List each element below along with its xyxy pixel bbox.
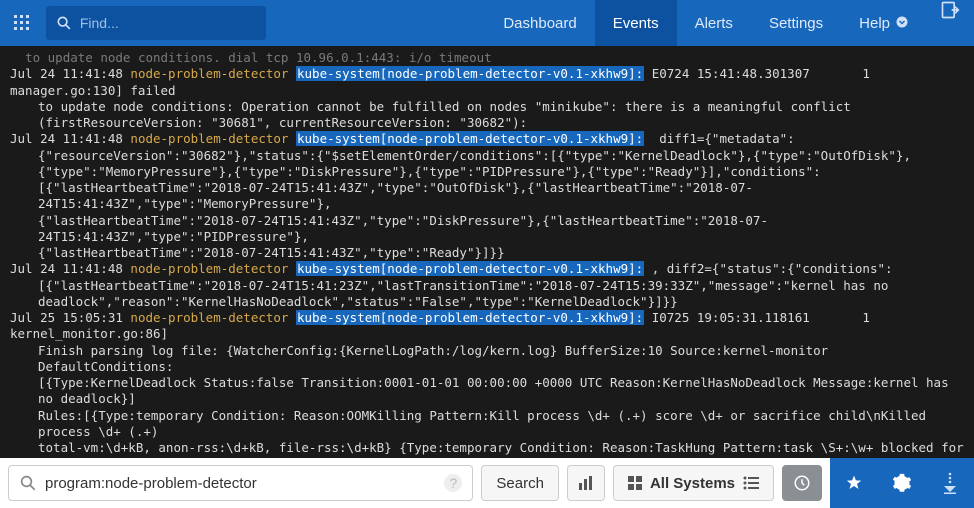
log-message: diff1={"metadata": bbox=[644, 131, 795, 146]
apps-menu-icon[interactable] bbox=[0, 15, 44, 31]
download-button[interactable] bbox=[926, 458, 974, 508]
query-input[interactable] bbox=[45, 475, 444, 492]
log-continuation: Finish parsing log file: {WatcherConfig:… bbox=[10, 343, 964, 376]
grid-icon bbox=[628, 476, 642, 490]
bookmark-icon bbox=[845, 474, 863, 492]
log-continuation: deadlock","reason":"KernelHasNoDeadlock"… bbox=[10, 294, 964, 310]
log-continuation: {"resourceVersion":"30682"},"status":{"$… bbox=[10, 148, 964, 164]
download-icon bbox=[942, 472, 958, 494]
list-icon bbox=[743, 476, 759, 490]
nav-events[interactable]: Events bbox=[595, 0, 677, 46]
nav-dashboard[interactable]: Dashboard bbox=[485, 0, 594, 46]
log-continuation: {"lastHeartbeatTime":"2018-07-24T15:41:4… bbox=[10, 245, 964, 261]
top-bar: Dashboard Events Alerts Settings Help bbox=[0, 0, 974, 46]
search-button-label: Search bbox=[496, 475, 544, 492]
nav-help-label: Help bbox=[859, 15, 890, 32]
log-line: Jul 24 11:41:48 node-problem-detector ku… bbox=[10, 261, 964, 277]
log-continuation: {"type":"MemoryPressure"},{"type":"DiskP… bbox=[10, 164, 964, 180]
nav-alerts[interactable]: Alerts bbox=[677, 0, 751, 46]
top-nav: Dashboard Events Alerts Settings Help bbox=[485, 0, 974, 46]
search-button[interactable]: Search bbox=[481, 465, 559, 501]
log-location: kube-system[node-problem-detector-v0.1-x… bbox=[296, 131, 644, 146]
log-timestamp: Jul 24 11:41:48 bbox=[10, 131, 130, 146]
log-location: kube-system[node-problem-detector-v0.1-x… bbox=[296, 310, 644, 325]
settings-button[interactable] bbox=[878, 458, 926, 508]
log-message: , diff2={"status":{"conditions": bbox=[644, 261, 892, 276]
log-program: node-problem-detector bbox=[130, 310, 288, 325]
query-box[interactable]: ? bbox=[8, 465, 473, 501]
log-timestamp: Jul 24 11:41:48 bbox=[10, 66, 130, 81]
time-range-button[interactable] bbox=[782, 465, 822, 501]
log-continuation: Rules:[{Type:temporary Condition: Reason… bbox=[10, 408, 964, 441]
bookmark-button[interactable] bbox=[830, 458, 878, 508]
log-continuation: [{"lastHeartbeatTime":"2018-07-24T15:41:… bbox=[10, 278, 964, 294]
log-line: to update node conditions. dial tcp 10.9… bbox=[10, 50, 964, 66]
log-continuation: [{Type:KernelDeadlock Status:false Trans… bbox=[10, 375, 964, 408]
clock-icon bbox=[793, 474, 811, 492]
logout-icon[interactable] bbox=[926, 0, 974, 46]
log-program: node-problem-detector bbox=[130, 261, 288, 276]
log-continuation: {"lastHeartbeatTime":"2018-07-24T15:41:4… bbox=[10, 213, 964, 246]
bottom-bar: ? Search All Systems bbox=[0, 458, 974, 508]
log-program: node-problem-detector bbox=[130, 66, 288, 81]
right-dock bbox=[830, 458, 974, 508]
gear-icon bbox=[892, 473, 912, 493]
systems-filter-label: All Systems bbox=[650, 475, 735, 492]
log-timestamp: Jul 24 11:41:48 bbox=[10, 261, 130, 276]
log-line: Jul 25 15:05:31 node-problem-detector ku… bbox=[10, 310, 964, 343]
top-search-box[interactable] bbox=[46, 6, 266, 40]
systems-filter-button[interactable]: All Systems bbox=[613, 465, 774, 501]
log-timestamp: Jul 25 15:05:31 bbox=[10, 310, 130, 325]
chart-toggle-button[interactable] bbox=[567, 465, 605, 501]
nav-settings[interactable]: Settings bbox=[751, 0, 841, 46]
chevron-down-icon bbox=[896, 15, 908, 32]
log-line: Jul 24 11:41:48 node-problem-detector ku… bbox=[10, 66, 964, 99]
query-help-icon[interactable]: ? bbox=[444, 474, 462, 492]
nav-help[interactable]: Help bbox=[841, 0, 926, 46]
log-line: Jul 24 11:41:48 node-problem-detector ku… bbox=[10, 131, 964, 147]
log-location: kube-system[node-problem-detector-v0.1-x… bbox=[296, 261, 644, 276]
search-icon bbox=[56, 14, 72, 32]
search-icon bbox=[19, 474, 37, 492]
log-location: kube-system[node-problem-detector-v0.1-x… bbox=[296, 66, 644, 81]
bar-chart-icon bbox=[578, 475, 594, 491]
top-search-input[interactable] bbox=[80, 15, 256, 31]
log-continuation: to update node conditions: Operation can… bbox=[10, 99, 964, 132]
log-continuation: total-vm:\d+kB, anon-rss:\d+kB, file-rss… bbox=[10, 440, 964, 458]
log-program: node-problem-detector bbox=[130, 131, 288, 146]
log-continuation: [{"lastHeartbeatTime":"2018-07-24T15:41:… bbox=[10, 180, 964, 213]
log-viewer[interactable]: to update node conditions. dial tcp 10.9… bbox=[0, 46, 974, 458]
